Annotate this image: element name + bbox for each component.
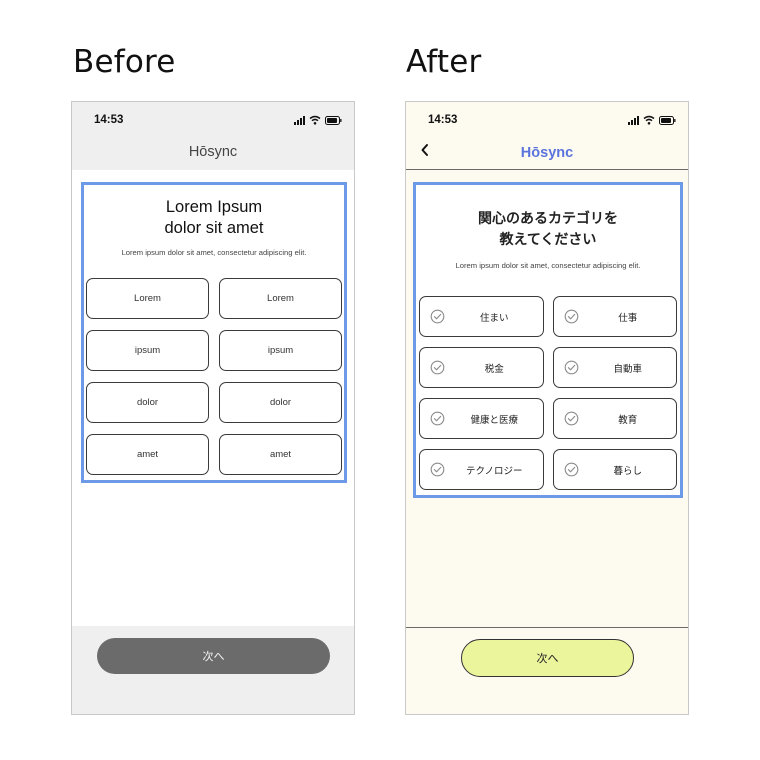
- category-option-button[interactable]: テクノロジー: [419, 449, 544, 490]
- panel-description: Lorem ipsum dolor sit amet, consectetur …: [121, 248, 307, 257]
- category-option-button[interactable]: 住まい: [419, 296, 544, 337]
- check-circle-icon: [430, 411, 445, 426]
- category-option-button[interactable]: 仕事: [552, 296, 677, 337]
- after-phone-screen: 14:53 Hōsync 関心のあるカテゴリを 教えてください Lorem ip…: [405, 101, 689, 715]
- option-button[interactable]: dolor: [86, 382, 209, 423]
- app-header: 14:53 Hōsync: [72, 102, 354, 170]
- signal-icon: [294, 115, 305, 125]
- check-circle-icon: [564, 462, 578, 477]
- category-selection-panel: 関心のあるカテゴリを 教えてください Lorem ipsum dolor sit…: [413, 182, 683, 498]
- before-phone-screen: 14:53 Hōsync Lorem Ipsum dolor sit amet …: [71, 101, 355, 715]
- footer-bar: 次へ: [72, 626, 354, 714]
- option-label: Lorem: [134, 293, 161, 304]
- wifi-icon: [643, 115, 655, 125]
- option-button[interactable]: Lorem: [86, 278, 209, 319]
- option-label: 教育: [618, 414, 638, 426]
- before-heading: Before: [73, 44, 176, 80]
- option-label: Lorem: [267, 293, 294, 304]
- check-circle-icon: [430, 309, 445, 324]
- app-header: 14:53 Hōsync: [406, 102, 688, 170]
- next-button[interactable]: 次へ: [461, 639, 634, 677]
- option-label: 自動車: [613, 363, 642, 375]
- category-option-button[interactable]: 自動車: [552, 347, 677, 388]
- status-icons: [294, 115, 342, 125]
- option-label: 暮らし: [613, 465, 642, 477]
- option-label: amet: [136, 449, 159, 460]
- option-grid: Lorem Lorem ipsum ipsum dolor dolor amet…: [86, 278, 342, 475]
- panel-title: 関心のあるカテゴリを 教えてください: [478, 211, 618, 248]
- option-label: テクノロジー: [466, 465, 523, 477]
- battery-icon: [325, 115, 342, 125]
- option-label: ipsum: [134, 345, 161, 356]
- check-circle-icon: [564, 360, 578, 375]
- option-label: 健康と医療: [470, 414, 518, 426]
- option-button[interactable]: Lorem: [219, 278, 342, 319]
- footer-bar: 次へ: [406, 627, 688, 714]
- check-circle-icon: [564, 309, 578, 324]
- check-circle-icon: [430, 360, 445, 375]
- battery-icon: [659, 115, 676, 125]
- option-label: dolor: [136, 397, 159, 408]
- signal-icon: [628, 115, 639, 125]
- option-grid: 住まい 仕事 税金 自動車 健康と医療 教育 テクノロジー 暮らし: [419, 296, 677, 490]
- check-circle-icon: [564, 411, 578, 426]
- option-button[interactable]: ipsum: [219, 330, 342, 371]
- app-title: Hōsync: [188, 144, 238, 160]
- category-option-button[interactable]: 健康と医療: [419, 398, 544, 439]
- option-label: 住まい: [479, 312, 509, 324]
- category-option-button[interactable]: 教育: [552, 398, 677, 439]
- option-label: ipsum: [267, 345, 294, 356]
- category-option-button[interactable]: 税金: [419, 347, 544, 388]
- category-selection-panel: Lorem Ipsum dolor sit amet Lorem ipsum d…: [81, 182, 347, 483]
- option-label: 仕事: [618, 312, 638, 324]
- category-option-button[interactable]: 暮らし: [552, 449, 677, 490]
- check-circle-icon: [430, 462, 445, 477]
- option-label: amet: [269, 449, 292, 460]
- option-label: 税金: [484, 363, 504, 375]
- option-label: dolor: [269, 397, 292, 408]
- option-button[interactable]: amet: [86, 434, 209, 475]
- option-button[interactable]: amet: [219, 434, 342, 475]
- option-button[interactable]: dolor: [219, 382, 342, 423]
- status-time: 14:53: [428, 114, 458, 126]
- next-button[interactable]: 次へ: [97, 638, 330, 674]
- app-title: Hōsync: [520, 145, 574, 161]
- panel-description: Lorem ipsum dolor sit amet, consectetur …: [455, 261, 641, 270]
- status-time: 14:53: [94, 114, 124, 126]
- panel-title: Lorem Ipsum dolor sit amet: [164, 198, 264, 237]
- wifi-icon: [309, 115, 321, 125]
- option-button[interactable]: ipsum: [86, 330, 209, 371]
- after-heading: After: [406, 44, 482, 80]
- status-icons: [628, 115, 676, 125]
